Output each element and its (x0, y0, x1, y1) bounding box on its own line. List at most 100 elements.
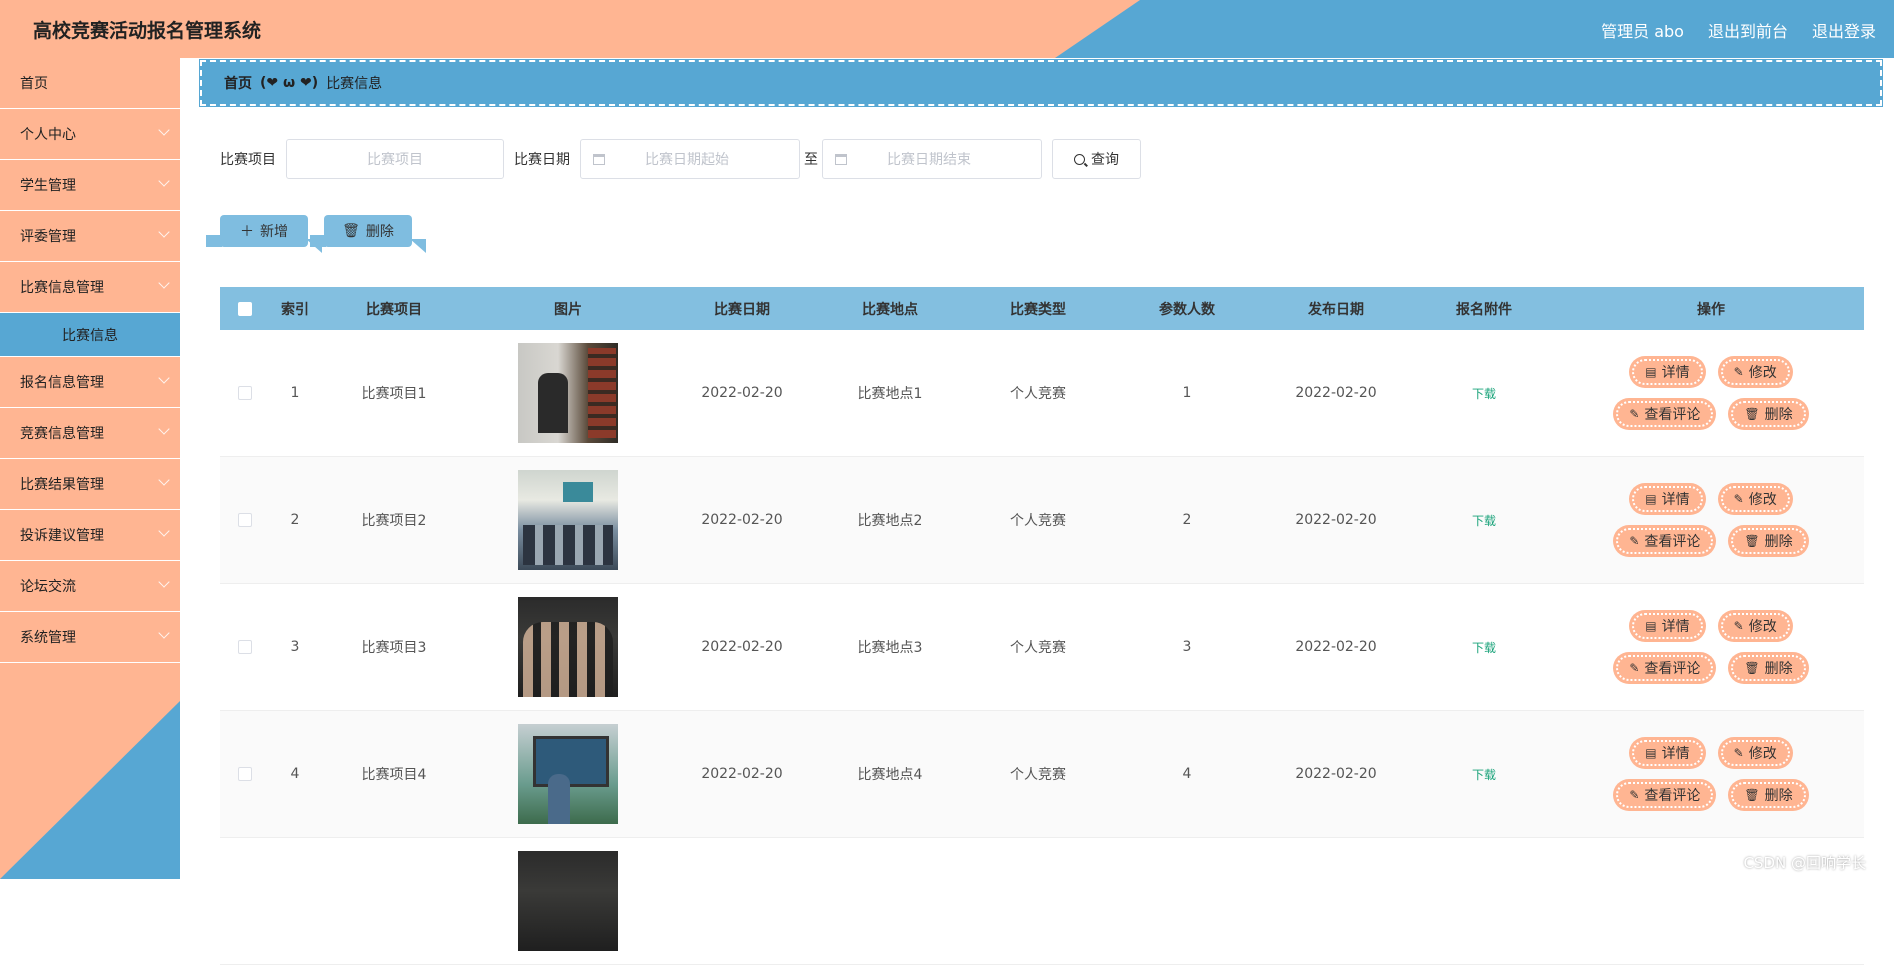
comments-label: 查看评论 (1644, 658, 1700, 678)
pencil-icon: ✎ (1629, 534, 1639, 548)
detail-label: 详情 (1662, 362, 1690, 382)
sidebar-item-label: 竞赛信息管理 (20, 423, 104, 443)
competition-photo[interactable] (518, 343, 618, 443)
sidebar-item-home[interactable]: 首页 (0, 58, 180, 109)
project-search-input[interactable]: 比赛项目 (286, 139, 504, 179)
date-start-input[interactable]: 比赛日期起始 (580, 139, 800, 179)
sidebar-item-registration[interactable]: 报名信息管理 (0, 357, 180, 408)
detail-button[interactable]: ▤详情 (1629, 356, 1705, 388)
cell-name: 比赛项目1 (320, 383, 468, 403)
download-link[interactable]: 下载 (1472, 387, 1496, 401)
edit-button[interactable]: ✎修改 (1718, 610, 1793, 642)
download-link[interactable]: 下载 (1472, 768, 1496, 782)
trash-icon: 🗑 (342, 223, 360, 239)
table-row (220, 838, 1864, 965)
select-all-checkbox[interactable] (238, 302, 252, 316)
delete-label: 删除 (1765, 785, 1793, 805)
competition-photo[interactable] (518, 470, 618, 570)
cell-date: 2022-02-20 (668, 512, 816, 528)
edit-button[interactable]: ✎修改 (1718, 356, 1793, 388)
admin-user-label[interactable]: 管理员 abo (1601, 18, 1684, 42)
table-row: 3 比赛项目3 2022-02-20 比赛地点3 个人竞赛 3 2022-02-… (220, 584, 1864, 711)
detail-button[interactable]: ▤详情 (1629, 610, 1705, 642)
breadcrumb: 首页 (❤ ω ❤) 比赛信息 (200, 60, 1882, 106)
sidebar-subitem-label: 比赛信息 (62, 325, 118, 345)
sidebar-item-personal-center[interactable]: 个人中心 (0, 109, 180, 160)
cell-publish: 2022-02-20 (1262, 639, 1410, 655)
table-row: 1 比赛项目1 2022-02-20 比赛地点1 个人竞赛 1 2022-02-… (220, 330, 1864, 457)
row-checkbox[interactable] (238, 767, 252, 781)
sidebar-item-results[interactable]: 比赛结果管理 (0, 459, 180, 510)
trash-icon: 🗑 (1744, 534, 1759, 548)
comments-label: 查看评论 (1644, 404, 1700, 424)
sidebar-item-forum[interactable]: 论坛交流 (0, 561, 180, 612)
edit-button[interactable]: ✎修改 (1718, 737, 1793, 769)
exit-to-front-link[interactable]: 退出到前台 (1708, 18, 1788, 42)
date-label: 比赛日期 (514, 149, 570, 169)
sidebar-item-contest-info[interactable]: 竞赛信息管理 (0, 408, 180, 459)
cell-date: 2022-02-20 (668, 639, 816, 655)
pencil-icon: ✎ (1734, 619, 1744, 633)
row-checkbox[interactable] (238, 513, 252, 527)
competition-photo[interactable] (518, 851, 618, 951)
detail-button[interactable]: ▤详情 (1629, 483, 1705, 515)
sidebar-item-label: 首页 (20, 73, 48, 93)
view-comments-button[interactable]: ✎查看评论 (1613, 398, 1716, 430)
cell-name: 比赛项目2 (320, 510, 468, 530)
breadcrumb-home[interactable]: 首页 (224, 73, 252, 93)
app-title: 高校竞赛活动报名管理系统 (33, 16, 261, 43)
header-name: 比赛项目 (320, 299, 468, 319)
chevron-down-icon (158, 474, 169, 485)
row-checkbox[interactable] (238, 640, 252, 654)
view-comments-button[interactable]: ✎查看评论 (1613, 652, 1716, 684)
chevron-down-icon (158, 277, 169, 288)
delete-button[interactable]: 🗑删除 (1728, 779, 1808, 811)
pencil-icon: ✎ (1629, 788, 1639, 802)
delete-label: 删除 (1765, 404, 1793, 424)
cell-publish: 2022-02-20 (1262, 385, 1410, 401)
cell-type: 个人竞赛 (964, 764, 1112, 784)
date-end-placeholder: 比赛日期结束 (887, 149, 971, 169)
edit-button[interactable]: ✎修改 (1718, 483, 1793, 515)
cell-location: 比赛地点2 (816, 510, 964, 530)
sidebar-item-label: 评委管理 (20, 226, 76, 246)
query-button[interactable]: 查询 (1052, 139, 1141, 179)
sidebar-decoration (0, 701, 180, 879)
cell-name: 比赛项目3 (320, 637, 468, 657)
trash-icon: 🗑 (1744, 661, 1759, 675)
competition-photo[interactable] (518, 724, 618, 824)
project-placeholder: 比赛项目 (367, 149, 423, 169)
view-comments-button[interactable]: ✎ 查看评论 (1613, 779, 1716, 811)
download-link[interactable]: 下载 (1472, 514, 1496, 528)
table-header: 索引 比赛项目 图片 比赛日期 比赛地点 比赛类型 参数人数 发布日期 报名附件… (220, 287, 1864, 330)
pencil-icon: ✎ (1734, 365, 1744, 379)
bulk-delete-button[interactable]: 🗑删除 (324, 215, 412, 247)
sidebar-subitem-competition-info[interactable]: 比赛信息 (0, 313, 180, 357)
row-checkbox[interactable] (238, 386, 252, 400)
chevron-down-icon (158, 627, 169, 638)
view-comments-button[interactable]: ✎ 查看评论 (1613, 525, 1716, 557)
comments-label: 查看评论 (1644, 531, 1700, 551)
cell-publish: 2022-02-20 (1262, 512, 1410, 528)
date-range-separator: 至 (804, 149, 818, 169)
delete-button[interactable]: 🗑删除 (1728, 652, 1808, 684)
competition-photo[interactable] (518, 597, 618, 697)
sidebar-item-label: 系统管理 (20, 627, 76, 647)
sidebar-item-complaints[interactable]: 投诉建议管理 (0, 510, 180, 561)
download-link[interactable]: 下载 (1472, 641, 1496, 655)
detail-label: 详情 (1662, 616, 1690, 636)
sidebar-item-competition-info[interactable]: 比赛信息管理 (0, 262, 180, 313)
sidebar-item-judges[interactable]: 评委管理 (0, 211, 180, 262)
competition-table: 索引 比赛项目 图片 比赛日期 比赛地点 比赛类型 参数人数 发布日期 报名附件… (220, 287, 1864, 965)
delete-button[interactable]: 🗑删除 (1728, 398, 1808, 430)
sidebar-item-system[interactable]: 系统管理 (0, 612, 180, 663)
delete-button[interactable]: 🗑删除 (1728, 525, 1808, 557)
detail-button[interactable]: ▤详情 (1629, 737, 1705, 769)
date-end-input[interactable]: 比赛日期结束 (822, 139, 1042, 179)
edit-label: 修改 (1749, 489, 1777, 509)
sidebar-item-students[interactable]: 学生管理 (0, 160, 180, 211)
logout-link[interactable]: 退出登录 (1812, 18, 1876, 42)
cell-count: 3 (1112, 639, 1262, 655)
comments-label: 查看评论 (1644, 785, 1700, 805)
add-button[interactable]: ＋新增 (220, 215, 308, 247)
